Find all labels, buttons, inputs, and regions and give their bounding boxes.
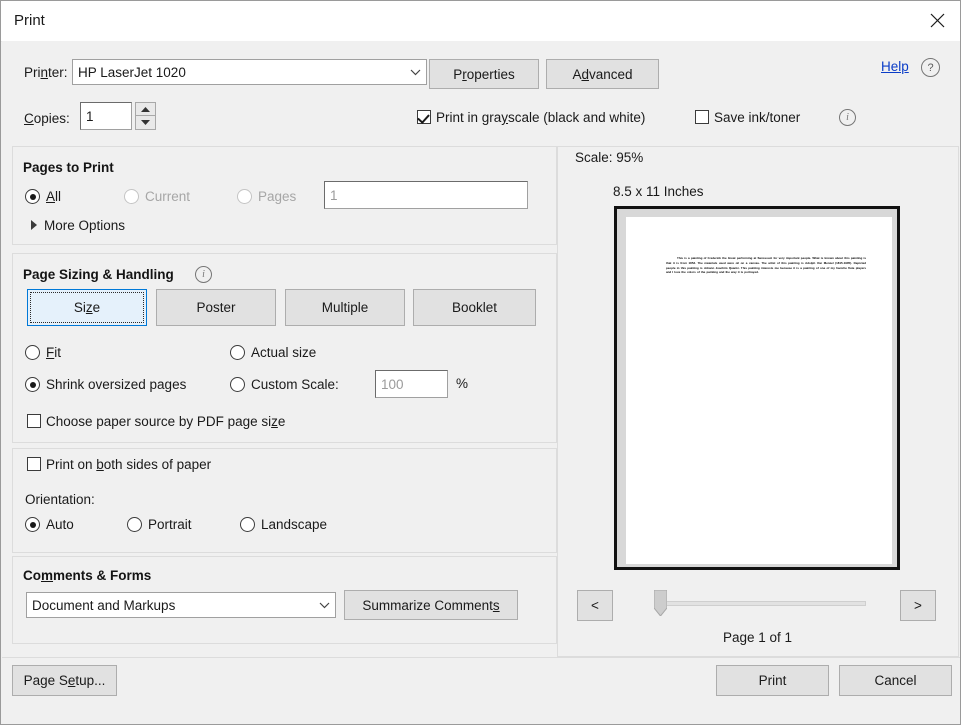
slider-handle-icon	[653, 589, 668, 617]
focus-ring	[30, 292, 144, 323]
preview-document-text: This is a painting of Frederick the Grea…	[666, 256, 866, 275]
close-icon	[930, 13, 944, 28]
preview-page-frame: This is a painting of Frederick the Grea…	[614, 206, 900, 570]
prev-page-button[interactable]: <	[577, 590, 613, 621]
next-page-button[interactable]: >	[900, 590, 936, 621]
tab-multiple[interactable]: Multiple	[285, 289, 405, 326]
radio-fit[interactable]	[25, 345, 40, 360]
printer-select[interactable]: HP LaserJet 1020	[72, 59, 427, 85]
page-slider-thumb[interactable]	[653, 589, 668, 617]
radio-shrink-oversized-label[interactable]: Shrink oversized pages	[46, 377, 186, 392]
chevron-down-icon	[404, 69, 426, 76]
page-setup-label: Page Setup...	[23, 673, 106, 688]
tab-booklet[interactable]: Booklet	[413, 289, 536, 326]
comments-forms-header: Comments & Forms	[23, 568, 152, 583]
paper-source-checkbox[interactable]	[27, 414, 41, 428]
preview-scale-label: Scale: 95%	[575, 150, 644, 165]
comments-forms-select-value: Document and Markups	[32, 597, 176, 613]
radio-pages-all-label[interactable]: All	[46, 189, 61, 204]
info-circle-icon[interactable]: i	[839, 109, 856, 126]
paper-source-label[interactable]: Choose paper source by PDF page size	[46, 414, 285, 429]
preview-page-sheet: This is a painting of Frederick the Grea…	[626, 217, 892, 564]
tab-size[interactable]: Size	[27, 289, 147, 326]
advanced-button[interactable]: Advanced	[546, 59, 659, 89]
radio-pages-all[interactable]	[25, 189, 40, 204]
help-link[interactable]: Help	[881, 59, 909, 74]
tab-poster-label: Poster	[196, 300, 236, 315]
radio-actual-size-label[interactable]: Actual size	[251, 345, 316, 360]
printer-label: Printer:	[24, 65, 68, 80]
comments-forms-select[interactable]: Document and Markups	[26, 592, 336, 618]
custom-scale-input[interactable]: 100	[375, 370, 448, 398]
radio-pages-current[interactable]	[124, 189, 139, 204]
footer-divider	[2, 657, 960, 658]
tab-poster[interactable]: Poster	[156, 289, 276, 326]
page-indicator: Page 1 of 1	[723, 630, 793, 645]
printer-select-value: HP LaserJet 1020	[78, 64, 186, 80]
properties-button-label: Properties	[453, 66, 515, 82]
pages-range-input[interactable]: 1	[324, 181, 528, 209]
save-ink-checkbox[interactable]	[695, 110, 709, 124]
advanced-button-label: Advanced	[572, 66, 633, 82]
tab-multiple-label: Multiple	[321, 300, 369, 315]
cancel-button-label: Cancel	[874, 673, 917, 688]
radio-actual-size[interactable]	[230, 345, 245, 360]
radio-fit-label[interactable]: Fit	[46, 345, 61, 360]
grayscale-label[interactable]: Print in grayscale (black and white)	[436, 110, 645, 125]
more-options-toggle[interactable]: More Options	[44, 218, 125, 233]
tab-booklet-label: Booklet	[451, 300, 498, 315]
next-page-label: >	[914, 598, 922, 613]
both-sides-label[interactable]: Print on both sides of paper	[46, 457, 211, 472]
radio-orientation-portrait[interactable]	[127, 517, 142, 532]
radio-shrink-oversized[interactable]	[25, 377, 40, 392]
copies-label: Copies:	[24, 111, 70, 126]
copies-stepper-up[interactable]	[135, 102, 156, 116]
chevron-down-icon	[313, 602, 335, 609]
print-button-label: Print	[758, 673, 787, 688]
copies-stepper[interactable]	[135, 102, 156, 130]
page-sizing-header: Page Sizing & Handling	[23, 267, 174, 282]
prev-page-label: <	[591, 598, 599, 613]
question-circle-icon[interactable]: ?	[921, 58, 940, 77]
orientation-label: Orientation:	[25, 492, 95, 507]
radio-pages-range[interactable]	[237, 189, 252, 204]
radio-custom-scale[interactable]	[230, 377, 245, 392]
radio-custom-scale-label[interactable]: Custom Scale:	[251, 377, 339, 392]
save-ink-label[interactable]: Save ink/toner	[714, 110, 800, 125]
copies-stepper-down[interactable]	[135, 116, 156, 130]
page-setup-button[interactable]: Page Setup...	[12, 665, 117, 696]
close-button[interactable]	[914, 1, 960, 40]
print-button[interactable]: Print	[716, 665, 829, 696]
radio-orientation-landscape-label[interactable]: Landscape	[261, 517, 327, 532]
radio-orientation-auto[interactable]	[25, 517, 40, 532]
triangle-up-icon	[141, 106, 150, 112]
radio-orientation-auto-label[interactable]: Auto	[46, 517, 74, 532]
triangle-right-icon	[31, 220, 37, 230]
page-slider-track[interactable]	[658, 601, 866, 606]
page-sizing-info-icon[interactable]: i	[195, 266, 212, 283]
properties-button[interactable]: Properties	[429, 59, 539, 89]
summarize-comments-label: Summarize Comments	[362, 597, 500, 613]
pages-to-print-header: Pages to Print	[23, 160, 114, 175]
both-sides-checkbox[interactable]	[27, 457, 41, 471]
radio-pages-current-label[interactable]: Current	[145, 189, 190, 204]
cancel-button[interactable]: Cancel	[839, 665, 952, 696]
summarize-comments-button[interactable]: Summarize Comments	[344, 590, 518, 620]
radio-orientation-portrait-label[interactable]: Portrait	[148, 517, 192, 532]
radio-pages-range-label[interactable]: Pages	[258, 189, 296, 204]
title-bar: Print	[1, 1, 960, 42]
preview-paper-size-label: 8.5 x 11 Inches	[613, 184, 704, 199]
print-dialog: Print Printer: HP LaserJet 1020 Properti…	[0, 0, 961, 725]
page-title: Print	[14, 12, 45, 29]
copies-input[interactable]: 1	[80, 102, 132, 130]
triangle-down-icon	[141, 120, 150, 125]
radio-orientation-landscape[interactable]	[240, 517, 255, 532]
grayscale-checkbox[interactable]	[417, 110, 431, 124]
percent-label: %	[456, 376, 469, 391]
